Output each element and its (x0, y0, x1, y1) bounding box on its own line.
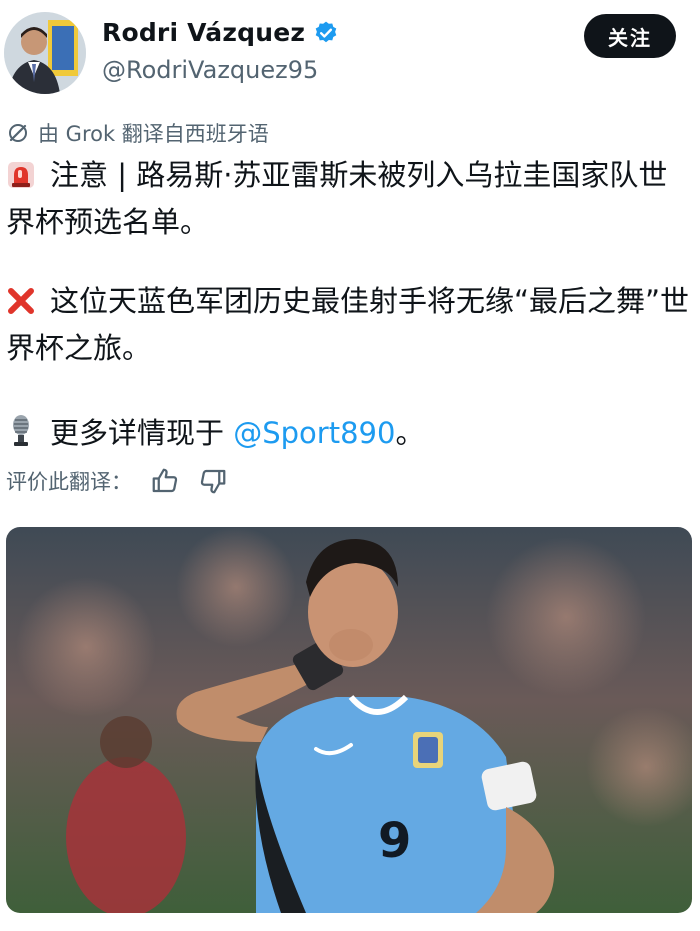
display-name-row: Rodri Vázquez (102, 18, 339, 47)
post-paragraph-3-end: 。 (395, 416, 425, 450)
post-paragraph-3: 更多详情现于 @Sport890。 (6, 412, 692, 459)
thumbs-down-icon[interactable] (198, 466, 228, 496)
post-paragraph-1-text: 注意 | 路易斯·苏亚雷斯未被列入乌拉圭国家队世界杯预选名单。 (6, 158, 668, 239)
post-paragraph-2: 这位天蓝色军团历史最佳射手将无缘“最后之舞”世界杯之旅。 (6, 280, 692, 369)
post-paragraph-1: 注意 | 路易斯·苏亚雷斯未被列入乌拉圭国家队世界杯预选名单。 (6, 154, 692, 243)
verified-badge-icon (315, 21, 337, 42)
avatar[interactable] (4, 12, 86, 94)
thumbs-up-icon[interactable] (150, 466, 180, 496)
microphone-icon (6, 414, 36, 459)
translation-notice-text: 由 Grok 翻译自西班牙语 (38, 122, 269, 146)
siren-icon (6, 159, 36, 201)
rate-translation-label: 评价此翻译： (6, 470, 132, 494)
rate-translation: 评价此翻译： (6, 466, 228, 496)
follow-button[interactable]: 关注 (584, 14, 676, 58)
post-media-image[interactable]: 9 (6, 527, 692, 913)
translation-notice[interactable]: 由 Grok 翻译自西班牙语 (6, 118, 269, 148)
mention-link[interactable]: @Sport890 (233, 416, 395, 450)
post-header: Rodri Vázquez @RodriVazquez95 关注 (0, 0, 700, 100)
post-paragraph-3-text: 更多详情现于 (50, 416, 234, 450)
post-paragraph-2-text: 这位天蓝色军团历史最佳射手将无缘“最后之舞”世界杯之旅。 (6, 284, 690, 365)
user-handle[interactable]: @RodriVazquez95 (102, 56, 318, 84)
svg-text:9: 9 (378, 813, 411, 869)
cross-mark-icon (6, 285, 36, 327)
grok-icon (9, 124, 27, 142)
display-name[interactable]: Rodri Vázquez (102, 18, 305, 47)
